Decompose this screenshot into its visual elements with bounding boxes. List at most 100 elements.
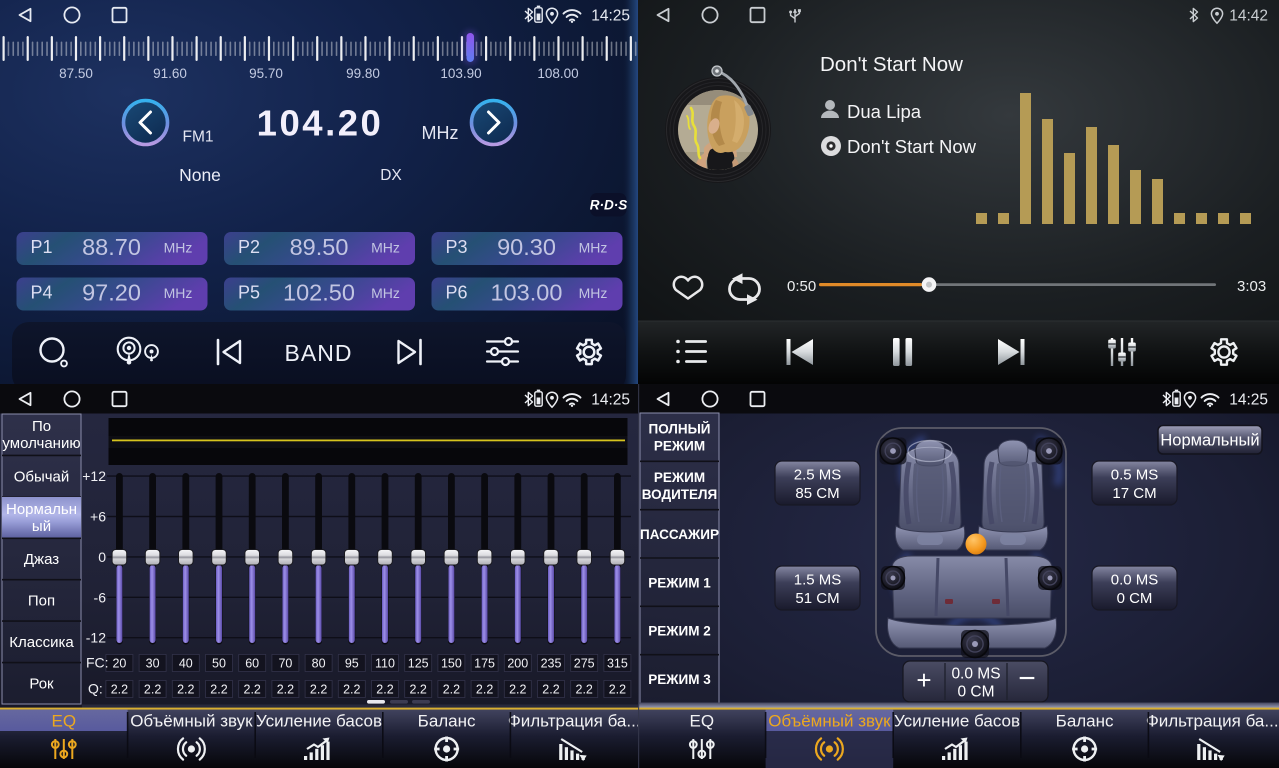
svg-text:90.30: 90.30 xyxy=(497,234,556,260)
svg-text:Don't Start Now: Don't Start Now xyxy=(847,136,977,157)
svg-text:95: 95 xyxy=(345,657,359,671)
svg-text:50: 50 xyxy=(212,657,226,671)
svg-text:14:25: 14:25 xyxy=(1229,391,1268,408)
svg-text:+6: +6 xyxy=(90,509,106,525)
svg-text:235: 235 xyxy=(541,657,562,671)
svg-text:Объёмный звук: Объёмный звук xyxy=(130,712,253,731)
svg-text:РЕЖИМ 3: РЕЖИМ 3 xyxy=(648,672,711,687)
svg-text:2.2: 2.2 xyxy=(410,683,427,697)
svg-text:2.2: 2.2 xyxy=(244,683,261,697)
svg-text:EQ: EQ xyxy=(52,712,77,731)
svg-text:MHz: MHz xyxy=(579,285,608,301)
svg-text:ый: ый xyxy=(32,518,51,535)
svg-text:РЕЖИМ: РЕЖИМ xyxy=(654,439,705,454)
svg-text:103.00: 103.00 xyxy=(491,280,563,306)
svg-text:Усиление басов: Усиление басов xyxy=(894,712,1020,731)
svg-text:РЕЖИМ 2: РЕЖИМ 2 xyxy=(648,624,710,639)
svg-text:P5: P5 xyxy=(238,282,260,302)
svg-text:87.50: 87.50 xyxy=(59,66,93,81)
svg-text:14:25: 14:25 xyxy=(591,7,630,24)
svg-text:89.50: 89.50 xyxy=(290,234,349,260)
svg-text:−: − xyxy=(1018,662,1036,695)
svg-text:P1: P1 xyxy=(30,237,52,257)
svg-text:0 CM: 0 CM xyxy=(1117,590,1153,607)
svg-text:+: + xyxy=(916,665,931,695)
svg-text:Фильтрация ба...: Фильтрация ба... xyxy=(1146,712,1279,731)
svg-text:MHz: MHz xyxy=(422,123,459,143)
svg-text:Поп: Поп xyxy=(28,593,55,610)
svg-text:MHz: MHz xyxy=(164,285,193,301)
svg-text:95.70: 95.70 xyxy=(249,66,283,81)
svg-text:FM1: FM1 xyxy=(183,129,214,146)
svg-text:14:42: 14:42 xyxy=(1229,7,1268,24)
svg-text:150: 150 xyxy=(441,657,462,671)
svg-text:2.2: 2.2 xyxy=(310,683,327,697)
svg-text:103.90: 103.90 xyxy=(440,66,481,81)
svg-text:110: 110 xyxy=(375,657,395,671)
svg-text:FC:: FC: xyxy=(86,655,109,671)
svg-text:85 CM: 85 CM xyxy=(795,485,839,502)
svg-text:125: 125 xyxy=(408,657,429,671)
svg-text:DX: DX xyxy=(380,167,402,184)
svg-text:ПАССАЖИР: ПАССАЖИР xyxy=(640,527,719,542)
svg-text:Фильтрация ба...: Фильтрация ба... xyxy=(508,712,638,731)
svg-text:-12: -12 xyxy=(86,630,106,646)
svg-text:ВОДИТЕЛЯ: ВОДИТЕЛЯ xyxy=(642,487,717,502)
svg-text:Dua Lipa: Dua Lipa xyxy=(847,101,922,122)
svg-text:3:03: 3:03 xyxy=(1237,278,1266,295)
svg-text:Баланс: Баланс xyxy=(418,712,476,731)
svg-text:MHz: MHz xyxy=(371,239,400,255)
svg-text:0.0 MS: 0.0 MS xyxy=(1111,572,1159,589)
svg-text:+12: +12 xyxy=(82,468,106,484)
svg-text:Нормальн: Нормальн xyxy=(6,501,77,518)
svg-text:20: 20 xyxy=(112,657,126,671)
svg-text:0.5 MS: 0.5 MS xyxy=(1111,467,1159,484)
svg-text:MHz: MHz xyxy=(579,239,608,255)
svg-text:17 CM: 17 CM xyxy=(1112,485,1156,502)
svg-text:Don't Start Now: Don't Start Now xyxy=(820,53,963,76)
svg-text:2.2: 2.2 xyxy=(443,683,460,697)
svg-text:2.2: 2.2 xyxy=(609,683,626,697)
svg-text:Усиление басов: Усиление басов xyxy=(256,712,382,731)
svg-text:2.2: 2.2 xyxy=(144,683,161,697)
svg-text:Классика: Классика xyxy=(9,634,74,651)
svg-text:По: По xyxy=(32,418,51,435)
svg-text:2.2: 2.2 xyxy=(177,683,194,697)
svg-text:РЕЖИМ 1: РЕЖИМ 1 xyxy=(648,575,711,590)
svg-text:P2: P2 xyxy=(238,237,260,257)
svg-text:None: None xyxy=(179,165,221,185)
svg-text:315: 315 xyxy=(607,657,628,671)
svg-text:P4: P4 xyxy=(30,282,52,302)
svg-text:2.2: 2.2 xyxy=(343,683,360,697)
svg-text:108.00: 108.00 xyxy=(537,66,578,81)
svg-text:Объёмный звук: Объёмный звук xyxy=(768,712,891,731)
svg-text:2.2: 2.2 xyxy=(210,683,227,697)
svg-text:70: 70 xyxy=(278,657,292,671)
svg-text:0 CM: 0 CM xyxy=(957,684,994,701)
svg-text:0: 0 xyxy=(98,549,106,565)
svg-text:Обычай: Обычай xyxy=(14,468,70,485)
svg-text:2.2: 2.2 xyxy=(576,683,593,697)
svg-text:2.2: 2.2 xyxy=(476,683,493,697)
svg-text:275: 275 xyxy=(574,657,595,671)
svg-text:РЕЖИМ: РЕЖИМ xyxy=(654,470,705,485)
svg-text:60: 60 xyxy=(245,657,259,671)
svg-text:умолчанию: умолчанию xyxy=(2,435,80,452)
svg-text:2.2: 2.2 xyxy=(376,683,393,697)
svg-text:EQ: EQ xyxy=(690,712,715,731)
svg-text:MHz: MHz xyxy=(371,285,400,301)
svg-text:-6: -6 xyxy=(94,589,107,605)
svg-text:MHz: MHz xyxy=(164,239,193,255)
svg-text:P3: P3 xyxy=(445,237,467,257)
svg-text:0:50: 0:50 xyxy=(787,278,816,295)
svg-text:Рок: Рок xyxy=(29,676,54,693)
svg-text:2.2: 2.2 xyxy=(509,683,526,697)
svg-text:BAND: BAND xyxy=(285,340,353,366)
svg-text:Нормальный: Нормальный xyxy=(1160,432,1259,450)
svg-text:Джаз: Джаз xyxy=(24,551,59,568)
svg-text:ПОЛНЫЙ: ПОЛНЫЙ xyxy=(648,422,710,437)
svg-text:2.2: 2.2 xyxy=(277,683,294,697)
svg-text:30: 30 xyxy=(146,657,160,671)
svg-text:Q:: Q: xyxy=(88,681,103,697)
svg-text:2.2: 2.2 xyxy=(111,683,128,697)
